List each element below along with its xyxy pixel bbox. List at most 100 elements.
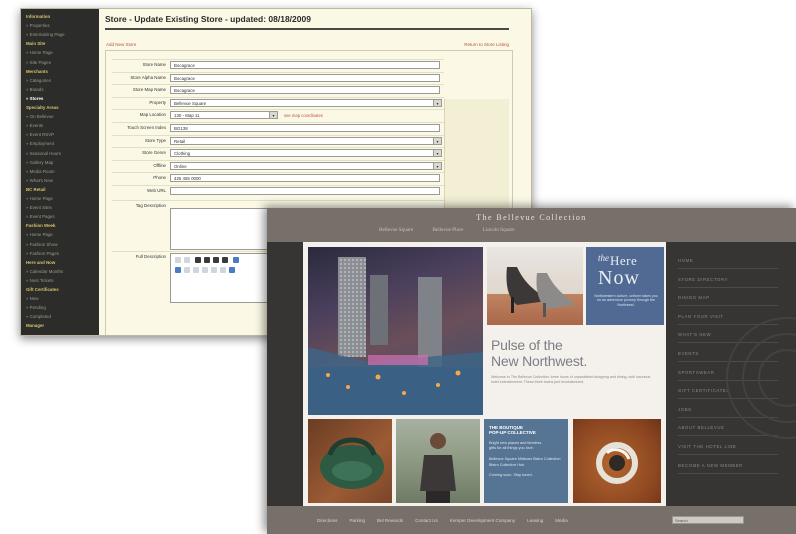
align-right-icon[interactable] (202, 267, 208, 273)
top-navigation: Bellevue Square Bellevue Place Lincoln S… (379, 227, 533, 233)
field-input[interactable] (170, 187, 440, 195)
number-list-icon[interactable] (220, 267, 226, 273)
field-value: Bocagrace (174, 63, 195, 68)
sidebar-item[interactable]: » Completed (26, 314, 51, 319)
topnav-bellevue-square[interactable]: Bellevue Square (379, 227, 413, 233)
image-icon[interactable] (175, 267, 181, 273)
right-nav-item[interactable]: STORE DIRECTORY (678, 277, 728, 282)
ring-photo[interactable] (573, 419, 661, 503)
return-to-listing-link[interactable]: Return to Store Listing (464, 42, 509, 47)
align-left-icon[interactable] (184, 267, 190, 273)
here-logo-the: the (598, 253, 609, 263)
promo-title: THE BOUTIQUE POP-UP COLLECTIVE (489, 425, 536, 436)
link-icon[interactable] (233, 257, 239, 263)
undo-icon[interactable] (175, 257, 181, 263)
headline-line-1: Pulse of the (491, 337, 563, 353)
topnav-lincoln-square[interactable]: Lincoln Square (483, 227, 515, 233)
sidebar-item[interactable]: » Event Pages (26, 214, 55, 219)
field-input[interactable]: BG138 (170, 124, 440, 132)
site-title[interactable]: The Bellevue Collection (267, 213, 796, 222)
field-input[interactable]: Bocagrace (170, 73, 440, 82)
sidebar-section-header: Specialty Areas (26, 105, 59, 110)
underline-icon[interactable] (213, 257, 219, 263)
sidebar-item[interactable]: » Events (26, 123, 43, 128)
field-select[interactable]: 130 - Map 11 ▾ (170, 111, 278, 120)
footer-link[interactable]: Directions (317, 518, 337, 523)
sidebar-section-header: Fashion Week (26, 223, 56, 229)
footer-link[interactable]: Kemper Development Company (450, 518, 515, 523)
field-select[interactable]: Retail ▾ (170, 136, 442, 145)
sidebar-item[interactable]: » Brands (26, 87, 44, 92)
footer-link[interactable]: Parking (349, 518, 365, 523)
sidebar-item[interactable]: » Nest Tickets (26, 278, 54, 283)
shoes-photo[interactable] (487, 247, 583, 325)
sidebar-item[interactable]: » Fashion Show (26, 242, 58, 247)
table-icon[interactable] (229, 267, 235, 273)
here-and-now-promo[interactable]: the Here Now Northwestern culture, unifo… (586, 247, 664, 325)
sidebar-item[interactable]: » Properties (26, 23, 50, 28)
align-center-icon[interactable] (193, 267, 199, 273)
bullet-list-icon[interactable] (211, 267, 217, 273)
sidebar-item[interactable]: » Entertaining Page (26, 32, 65, 37)
add-new-store-link[interactable]: Add New Store (106, 42, 136, 47)
sidebar-item[interactable]: » Event RSVP (26, 132, 54, 137)
chevron-down-icon[interactable]: ▾ (269, 112, 277, 119)
chevron-down-icon[interactable]: ▾ (433, 162, 441, 169)
footer-search-input[interactable]: Search (672, 516, 744, 524)
sidebar-item[interactable]: » Event Sites (26, 205, 52, 210)
topnav-bellevue-place[interactable]: Bellevue Place (432, 227, 463, 233)
form-row: Store Name Bocagrace (112, 59, 444, 72)
sidebar-item[interactable]: » Gallery Map (26, 160, 53, 165)
here-logo-now: Now (598, 267, 640, 289)
chevron-down-icon[interactable]: ▾ (433, 137, 441, 144)
sidebar-item[interactable]: » Media Room (26, 169, 55, 174)
footer-link[interactable]: Bel Rewards (377, 518, 403, 523)
field-select[interactable]: Clothing ▾ (170, 149, 442, 158)
fashion-model-photo[interactable] (396, 419, 480, 503)
footer-link[interactable]: Leasing (527, 518, 543, 523)
field-input[interactable]: 425 455 0000 (170, 174, 440, 183)
sidebar-item[interactable]: » Home Page (26, 196, 53, 201)
sidebar-item[interactable]: » Seasonal Hours (26, 151, 61, 156)
sidebar-section-header: Here and Now (26, 259, 56, 265)
sidebar-item[interactable]: » What's New (26, 178, 53, 183)
field-value: Retail (174, 138, 186, 144)
sidebar-item[interactable]: » Calendar Months (26, 269, 63, 274)
field-input[interactable]: Bocagrace (170, 61, 440, 69)
right-nav-item[interactable]: HOME (678, 258, 693, 263)
form-row: Phone 425 455 0000 (112, 172, 444, 185)
bold-icon[interactable] (195, 257, 201, 263)
sidebar-item[interactable]: » Pending (26, 305, 46, 310)
map-coordinates-link[interactable]: see map coordinates (284, 113, 323, 118)
sidebar-item[interactable]: » Home Page (26, 232, 53, 237)
strikethrough-icon[interactable] (222, 257, 228, 263)
homepage-grid: the Here Now Northwestern culture, unifo… (303, 242, 666, 506)
chevron-down-icon[interactable]: ▾ (433, 150, 441, 157)
italic-icon[interactable] (204, 257, 210, 263)
handbag-photo[interactable] (308, 419, 392, 503)
redo-icon[interactable] (184, 257, 190, 263)
boutique-promo[interactable]: THE BOUTIQUE POP-UP COLLECTIVE Bright new… (484, 419, 568, 503)
sidebar-item[interactable]: » Home Page (26, 50, 53, 55)
sidebar-item[interactable]: » Employment (26, 141, 54, 146)
footer-link[interactable]: Contact Us (415, 518, 438, 523)
sidebar-section-header: BC Retail (26, 186, 46, 192)
form-row: Touch Screen Index BG138 (112, 122, 444, 135)
right-nav-item[interactable]: EVENTS (678, 351, 699, 356)
field-select[interactable]: Online ▾ (170, 161, 442, 170)
chevron-down-icon[interactable]: ▾ (433, 99, 441, 106)
footer-link[interactable]: Media (555, 518, 568, 523)
sidebar-item[interactable]: » On Bellevue (26, 114, 54, 119)
sidebar-item[interactable]: » Site Pages (26, 60, 51, 65)
sidebar-item[interactable]: » Categories (26, 78, 51, 83)
field-select[interactable]: Bellevue Square ▾ (170, 98, 442, 107)
field-label: Store Name (142, 62, 166, 67)
sidebar-item[interactable]: » New (26, 296, 38, 301)
city-aerial-photo[interactable] (308, 247, 483, 415)
field-value: Online (174, 163, 187, 169)
right-nav-item[interactable]: JOBS (678, 407, 692, 412)
field-input[interactable]: Bocagrace (170, 86, 440, 95)
sidebar-item[interactable]: » Stores (26, 96, 43, 101)
sidebar-item[interactable]: » Fashion Pages (26, 251, 59, 256)
field-label: Map Location (139, 112, 166, 118)
